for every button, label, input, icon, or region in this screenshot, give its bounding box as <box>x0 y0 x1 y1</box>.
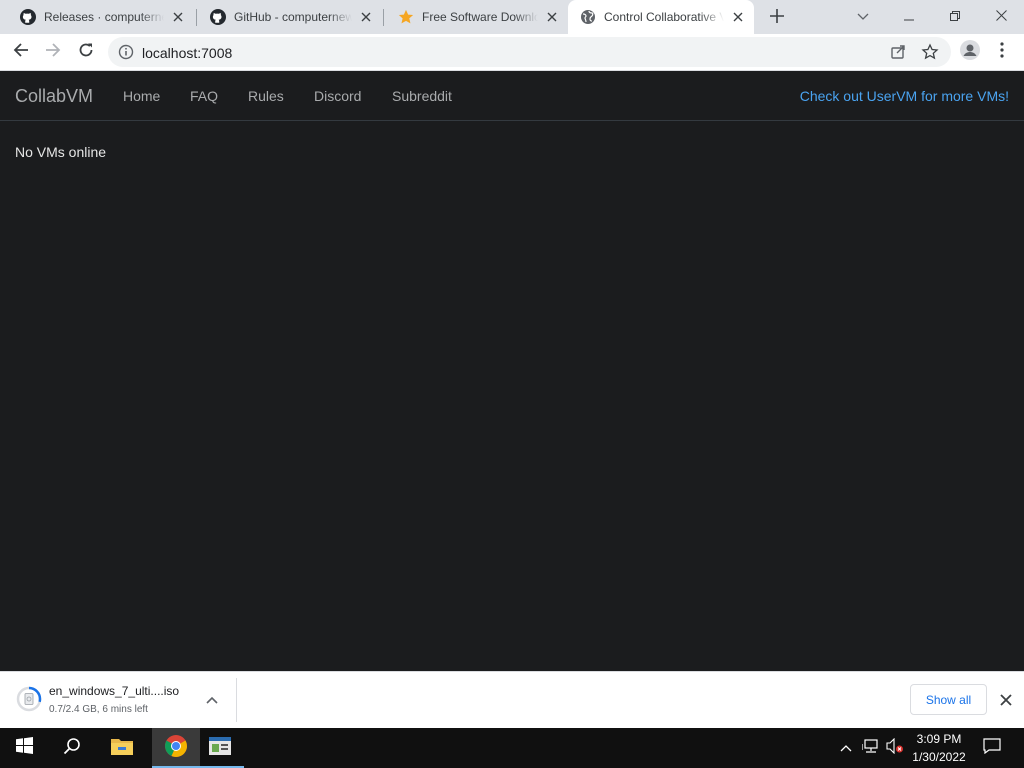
download-bar: en_windows_7_ulti....iso 0.7/2.4 GB, 6 m… <box>0 671 1024 728</box>
start-button[interactable] <box>0 728 48 768</box>
close-icon[interactable] <box>358 9 374 25</box>
back-button[interactable] <box>8 39 34 65</box>
avatar-icon <box>960 39 980 65</box>
tab-title: Free Software Downloads <box>422 10 538 24</box>
vm-status-message: No VMs online <box>15 144 107 160</box>
reload-icon <box>78 42 94 63</box>
site-navbar: CollabVM Home FAQ Rules Discord Subreddi… <box>0 71 1024 121</box>
info-icon[interactable] <box>118 44 134 60</box>
globe-icon <box>580 9 596 25</box>
tab-releases[interactable]: Releases · computernewb/collab-vm-1.2 <box>8 0 194 34</box>
taskbar-chrome[interactable] <box>152 728 200 768</box>
restore-button[interactable] <box>932 0 978 34</box>
network-icon <box>861 738 880 759</box>
chrome-icon <box>164 734 188 763</box>
tab-search-button[interactable] <box>840 0 886 34</box>
minimize-icon <box>904 8 914 26</box>
restore-icon <box>950 8 960 26</box>
close-icon[interactable] <box>544 9 560 25</box>
download-progress-text: 0.7/2.4 GB, 6 mins left <box>49 704 148 715</box>
taskbar-search-button[interactable] <box>48 728 96 768</box>
nav-faq[interactable]: FAQ <box>190 88 218 104</box>
network-tray-button[interactable] <box>860 728 882 768</box>
share-icon[interactable] <box>889 43 907 61</box>
url-text[interactable]: localhost:7008 <box>142 45 232 61</box>
close-icon <box>995 8 1007 26</box>
forward-button[interactable] <box>40 39 66 65</box>
page-content: CollabVM Home FAQ Rules Discord Subreddi… <box>0 71 1024 671</box>
tab-free-software[interactable]: Free Software Downloads <box>386 0 568 34</box>
address-bar[interactable]: localhost:7008 <box>108 37 951 67</box>
nav-subreddit[interactable]: Subreddit <box>392 88 452 104</box>
speaker-muted-icon <box>886 737 904 759</box>
divider <box>236 678 237 722</box>
clock-date: 1/30/2022 <box>912 750 966 764</box>
github-icon <box>210 9 226 25</box>
show-hidden-icons-button[interactable] <box>836 728 856 768</box>
clock-time: 3:09 PM <box>916 732 962 746</box>
notifications-button[interactable] <box>978 728 1006 768</box>
notification-icon <box>983 737 1001 759</box>
tab-collabvm[interactable]: Control Collaborative Virtual Machines! <box>568 0 754 34</box>
uservm-promo-link[interactable]: Check out UserVM for more VMs! <box>800 88 1009 104</box>
close-window-button[interactable] <box>978 0 1024 34</box>
chevron-up-icon[interactable] <box>204 692 220 708</box>
profile-button[interactable] <box>957 39 983 65</box>
file-explorer-icon <box>110 736 134 761</box>
nav-home[interactable]: Home <box>123 88 160 104</box>
tab-title: Releases · computernewb/collab-vm-1.2 <box>44 10 164 24</box>
search-icon <box>63 737 81 760</box>
minimize-button[interactable] <box>886 0 932 34</box>
windows-taskbar: 3:09 PM 1/30/2022 <box>0 728 1024 768</box>
reload-button[interactable] <box>73 39 99 65</box>
tab-title: Control Collaborative Virtual Machines! <box>604 10 724 24</box>
bookmark-star-icon[interactable] <box>921 43 939 61</box>
browser-menu-button[interactable] <box>989 39 1015 65</box>
download-filename: en_windows_7_ulti....iso <box>49 684 180 698</box>
star-icon <box>398 9 414 25</box>
windows-start-icon <box>15 737 33 759</box>
close-icon[interactable] <box>998 692 1014 708</box>
arrow-left-icon <box>13 42 29 63</box>
taskbar-clock[interactable]: 3:09 PM 1/30/2022 <box>906 731 972 765</box>
chevron-down-icon <box>857 8 869 26</box>
github-icon <box>20 9 36 25</box>
show-all-button[interactable]: Show all <box>910 684 987 715</box>
download-progress-icon <box>16 686 42 712</box>
taskbar-server-manager[interactable] <box>196 728 244 768</box>
tab-title: GitHub - computernewb/collab-vm-1.2 <box>234 10 352 24</box>
nav-discord[interactable]: Discord <box>314 88 361 104</box>
tab-strip: Releases · computernewb/collab-vm-1.2 Gi… <box>0 0 1024 34</box>
server-manager-icon <box>208 736 232 761</box>
site-brand[interactable]: CollabVM <box>15 86 93 107</box>
close-icon[interactable] <box>730 9 746 25</box>
volume-tray-button[interactable] <box>884 728 906 768</box>
close-icon[interactable] <box>170 9 186 25</box>
tab-separator <box>383 9 384 26</box>
arrow-right-icon <box>45 42 61 63</box>
chevron-up-icon <box>840 739 852 757</box>
kebab-menu-icon <box>1000 41 1004 63</box>
plus-icon <box>770 8 784 28</box>
browser-toolbar: localhost:7008 <box>0 34 1024 71</box>
tab-github[interactable]: GitHub - computernewb/collab-vm-1.2 <box>198 0 382 34</box>
new-tab-button[interactable] <box>766 7 788 29</box>
tab-separator <box>196 9 197 26</box>
taskbar-file-explorer[interactable] <box>98 728 146 768</box>
nav-rules[interactable]: Rules <box>248 88 284 104</box>
download-item[interactable]: en_windows_7_ulti....iso 0.7/2.4 GB, 6 m… <box>0 672 236 728</box>
